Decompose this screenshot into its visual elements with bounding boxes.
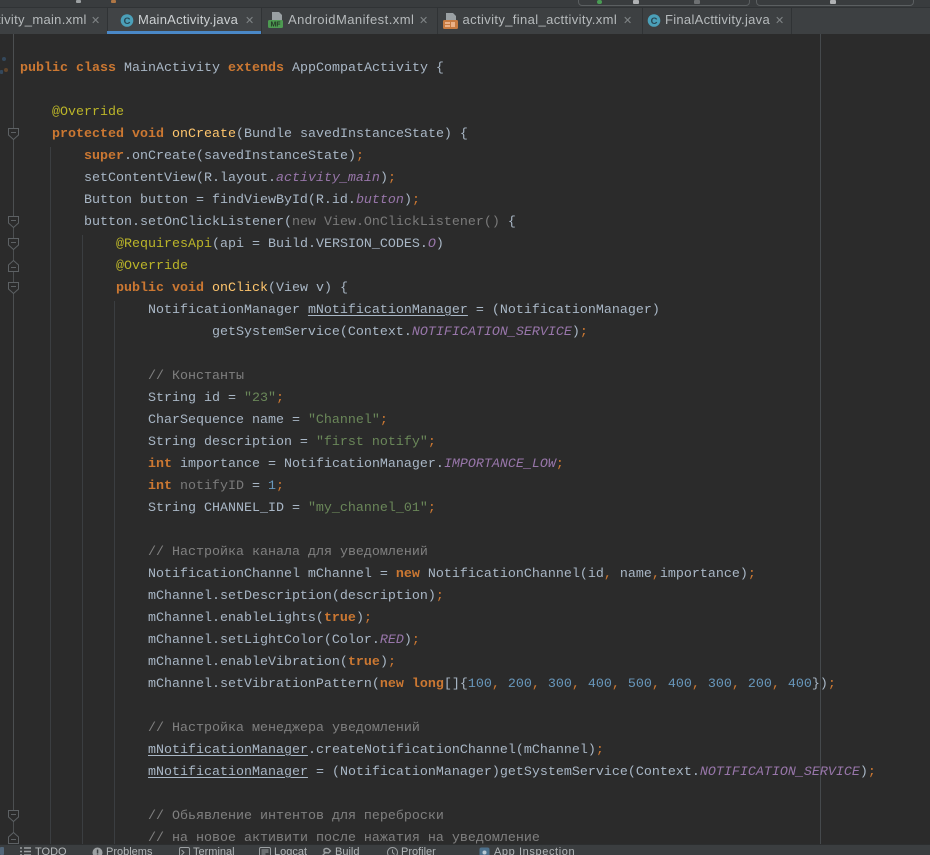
svg-text:C: C (124, 16, 131, 27)
svg-text:C: C (651, 16, 658, 27)
svg-text:MF: MF (270, 22, 281, 29)
